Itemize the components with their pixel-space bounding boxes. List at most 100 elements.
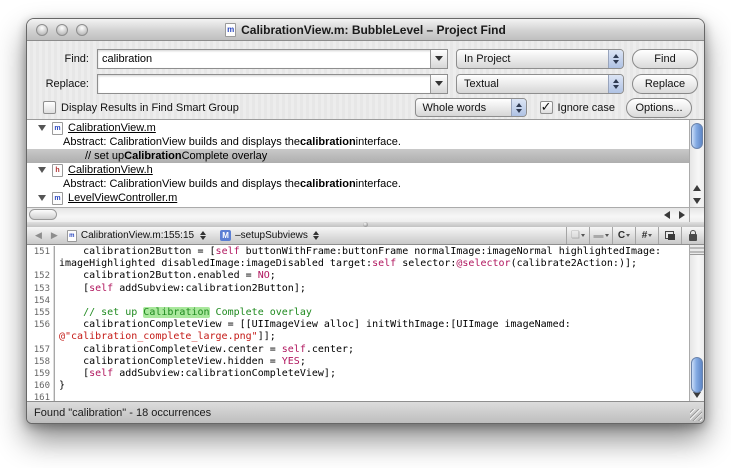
code-segment: calibration2Button = [ <box>59 246 216 257</box>
ignore-case-checkbox-label[interactable]: Ignore case <box>558 102 615 114</box>
smart-group-checkbox-label[interactable]: Display Results in Find Smart Group <box>61 102 239 114</box>
result-text-post: Complete overlay <box>182 150 268 162</box>
chevron-down-icon <box>581 234 585 237</box>
code-line-text: @"calibration_complete_large.png"]]; <box>55 331 276 343</box>
result-row[interactable]: mCalibrationView.m <box>27 121 689 135</box>
bookmark-icon: ❏ <box>571 230 580 241</box>
title-bar[interactable]: m CalibrationView.m: BubbleLevel – Proje… <box>27 19 704 41</box>
replace-combo <box>97 74 448 94</box>
results-vertical-scrollbar[interactable] <box>689 120 704 207</box>
code-row: 160} <box>27 380 689 392</box>
code-segment: self <box>89 283 113 294</box>
code-segment: self <box>216 246 240 257</box>
mode-popup[interactable]: Textual <box>456 74 624 94</box>
disclosure-triangle-icon[interactable] <box>38 125 46 131</box>
scope-popup[interactable]: In Project <box>456 49 624 69</box>
result-match-text: calibration <box>300 178 356 190</box>
class-hierarchy-menu-button[interactable]: C <box>612 227 635 244</box>
lock-icon <box>689 234 697 241</box>
scroll-down-button[interactable] <box>690 194 704 207</box>
code-line-text <box>55 295 59 307</box>
code-segment: self <box>372 258 396 269</box>
line-number <box>27 331 55 343</box>
history-back-button[interactable]: ◀ <box>35 230 42 241</box>
chevron-down-icon <box>648 234 652 237</box>
match-mode-popup[interactable]: Whole words <box>415 98 527 117</box>
code-lines[interactable]: 151 calibration2Button = [self buttonWit… <box>27 245 689 401</box>
line-number: 156 <box>27 319 55 331</box>
result-match-text: calibration <box>300 136 356 148</box>
disclosure-triangle-icon[interactable] <box>38 195 46 201</box>
symbol-menu[interactable]: –setupSubviews <box>235 230 308 241</box>
zoom-button[interactable] <box>76 24 88 36</box>
includes-menu-button[interactable]: # <box>635 227 658 244</box>
scroll-up-button[interactable] <box>690 181 704 194</box>
result-row[interactable]: Abstract: CalibrationView builds and dis… <box>27 135 689 149</box>
file-location-menu[interactable]: CalibrationView.m:155:15 <box>81 230 194 241</box>
scrollbar-corner <box>689 208 704 222</box>
code-editor-pane: 151 calibration2Button = [self buttonWit… <box>27 245 704 401</box>
chevron-down-icon <box>626 234 630 237</box>
code-segment: NO <box>258 270 270 281</box>
find-combo <box>97 49 448 69</box>
arrow-up-icon <box>693 185 701 191</box>
split-editor-handle[interactable] <box>690 245 704 255</box>
method-badge-icon: M <box>220 230 231 241</box>
result-row[interactable]: mLevelViewController.m <box>27 191 689 205</box>
bookmarks-menu-button[interactable]: ❏ <box>566 227 589 244</box>
find-button[interactable]: Find <box>632 49 698 69</box>
find-input[interactable] <box>98 50 430 68</box>
code-segment: Complete overlay <box>210 307 312 318</box>
results-horizontal-scrollbar[interactable] <box>27 207 704 222</box>
code-line-text: calibrationCompleteView.center = self.ce… <box>55 344 354 356</box>
code-segment: selector: <box>396 258 456 269</box>
find-history-button[interactable] <box>430 50 447 68</box>
replace-history-button[interactable] <box>430 75 447 93</box>
code-row: 155 // set up Calibration Complete overl… <box>27 307 689 319</box>
scroll-right-button[interactable] <box>674 208 689 222</box>
line-number: 160 <box>27 380 55 392</box>
lock-button[interactable] <box>681 227 704 244</box>
replace-input[interactable] <box>98 75 430 93</box>
history-forward-button[interactable]: ▶ <box>51 230 58 241</box>
scrollbar-thumb[interactable] <box>691 357 703 393</box>
options-button[interactable]: Options... <box>626 98 692 118</box>
results-list[interactable]: mCalibrationView.mAbstract: CalibrationV… <box>27 120 689 207</box>
close-button[interactable] <box>36 24 48 36</box>
file-icon: h <box>52 164 63 177</box>
status-bar: Found "calibration" - 18 occurrences <box>27 401 704 423</box>
line-number: 152 <box>27 270 55 282</box>
stepper-icon[interactable] <box>313 231 319 240</box>
code-segment: buttonWithFrame:buttonFrame normalImage:… <box>240 246 661 257</box>
stepper-icon[interactable] <box>200 231 206 240</box>
ignore-case-checkbox-box[interactable]: ✓ <box>540 101 553 114</box>
code-segment: [ <box>59 283 89 294</box>
resize-grip[interactable] <box>690 409 702 421</box>
result-row[interactable]: hCalibrationView.h <box>27 163 689 177</box>
code-segment: } <box>59 380 65 391</box>
breakpoints-menu-button[interactable]: ▬ <box>589 227 612 244</box>
code-segment: imageHighlighted disabledImage:imageDisa… <box>59 258 372 269</box>
scrollbar-thumb[interactable] <box>691 123 703 149</box>
replace-button[interactable]: Replace <box>632 74 698 94</box>
disclosure-triangle-icon[interactable] <box>38 167 46 173</box>
find-label: Find: <box>33 53 89 65</box>
result-text-pre: // set up <box>85 150 124 162</box>
scrollbar-thumb[interactable] <box>29 209 57 220</box>
counterpart-icon <box>665 231 675 240</box>
editor-nav-bar: ◀ ▶ m CalibrationView.m:155:15 M –setupS… <box>27 227 704 245</box>
editor-vertical-scrollbar[interactable] <box>689 245 704 401</box>
counterpart-button[interactable] <box>658 227 681 244</box>
result-row[interactable]: Abstract: CalibrationView builds and dis… <box>27 177 689 191</box>
code-line-text: calibrationCompleteView.hidden = YES; <box>55 356 306 368</box>
line-number: 159 <box>27 368 55 380</box>
smart-group-checkbox-box[interactable] <box>43 101 56 114</box>
scroll-left-button[interactable] <box>659 208 674 222</box>
minimize-button[interactable] <box>56 24 68 36</box>
result-row[interactable]: // set up Calibration Complete overlay <box>27 149 689 163</box>
chevron-down-icon <box>605 234 609 237</box>
code-segment: YES <box>282 356 300 367</box>
code-segment: .center; <box>306 344 354 355</box>
code-row: 156 calibrationCompleteView = [[UIImageV… <box>27 319 689 331</box>
code-segment: addSubview:calibration2Button]; <box>113 283 306 294</box>
